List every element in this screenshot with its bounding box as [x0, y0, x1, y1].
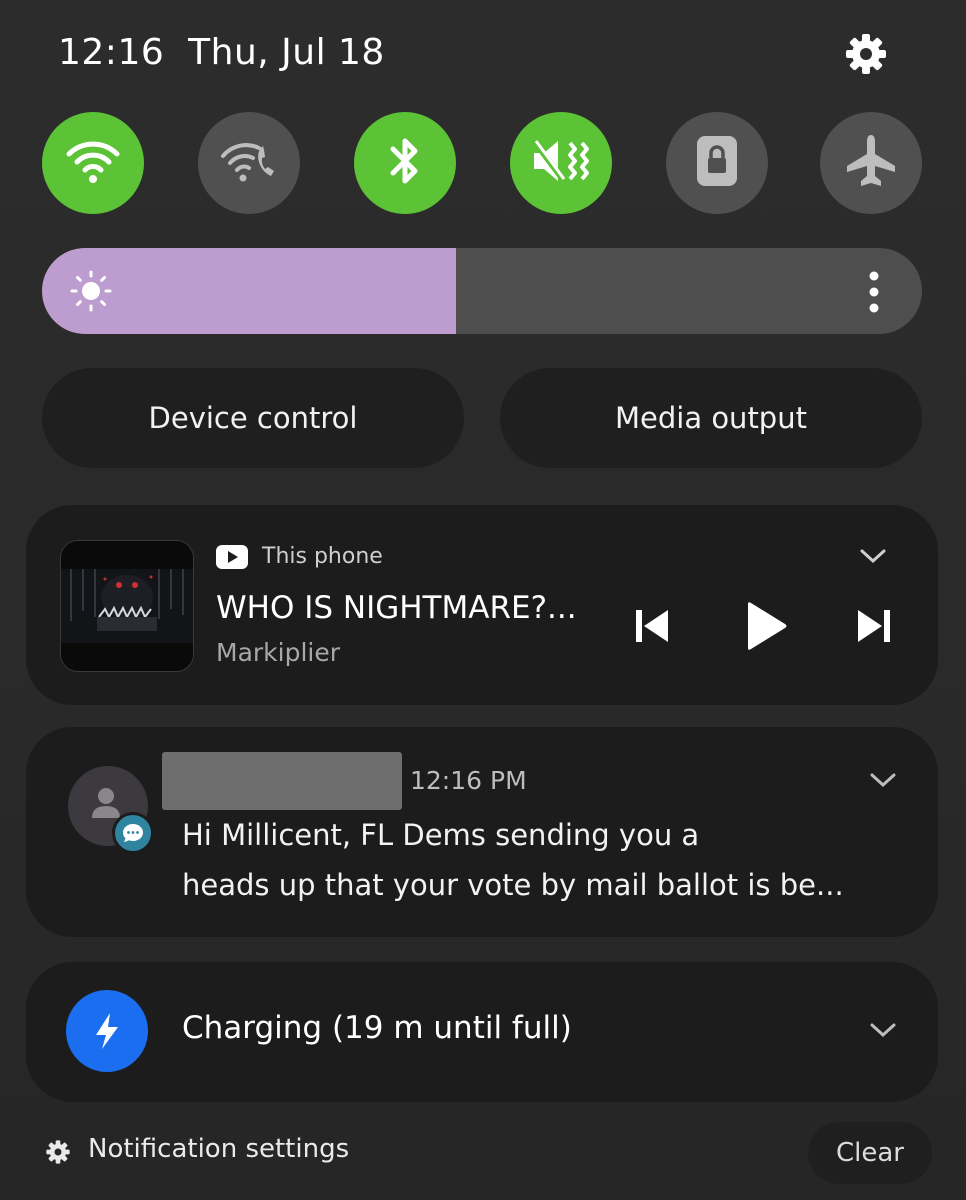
bluetooth-icon: [385, 133, 425, 193]
wifi-calling-toggle[interactable]: [198, 112, 300, 214]
brightness-slider[interactable]: [42, 248, 922, 334]
media-title: WHO IS NIGHTMARE?...: [216, 590, 577, 626]
clock-time: 12:16: [58, 32, 165, 73]
media-source-label: This phone: [262, 544, 383, 569]
charging-status-text: Charging (19 m until full): [182, 1010, 572, 1046]
airplane-icon: [843, 133, 899, 193]
lock-icon: [695, 134, 739, 192]
vibrate-toggle[interactable]: [510, 112, 612, 214]
message-text-line1: Hi Millicent, FL Dems sending you a: [182, 818, 700, 852]
media-artist: Markiplier: [216, 638, 341, 667]
screen-lock-toggle[interactable]: [666, 112, 768, 214]
clear-button[interactable]: Clear: [808, 1122, 932, 1184]
vibrate-icon: [530, 135, 592, 191]
device-control-label: Device control: [148, 401, 358, 435]
skip-next-icon: [858, 610, 890, 642]
gear-icon[interactable]: [44, 1138, 72, 1166]
media-thumbnail[interactable]: [60, 540, 194, 672]
chevron-down-icon[interactable]: [868, 770, 898, 790]
youtube-icon: [216, 545, 248, 569]
media-output-label: Media output: [615, 401, 807, 435]
bluetooth-toggle[interactable]: [354, 112, 456, 214]
device-control-button[interactable]: Device control: [42, 368, 464, 468]
skip-previous-icon: [636, 610, 668, 642]
chevron-down-icon[interactable]: [868, 1020, 898, 1040]
airplane-mode-toggle[interactable]: [820, 112, 922, 214]
sun-icon: [70, 270, 112, 312]
next-track-button[interactable]: [852, 604, 896, 648]
chat-bubble-icon: [112, 812, 154, 854]
clear-label: Clear: [836, 1138, 904, 1168]
more-vertical-icon[interactable]: [862, 270, 886, 314]
wifi-toggle[interactable]: [42, 112, 144, 214]
message-timestamp: 12:16 PM: [410, 766, 527, 795]
wifi-calling-icon: [219, 136, 279, 190]
redacted-sender-name: [162, 752, 402, 810]
chevron-down-icon[interactable]: [858, 546, 888, 566]
wifi-icon: [63, 136, 123, 190]
media-output-button[interactable]: Media output: [500, 368, 922, 468]
message-text-line2: heads up that your vote by mail ballot i…: [182, 868, 844, 902]
play-button[interactable]: [740, 600, 790, 652]
previous-track-button[interactable]: [630, 604, 674, 648]
lightning-icon: [66, 990, 148, 1072]
play-icon: [748, 602, 787, 650]
notification-settings-link[interactable]: Notification settings: [88, 1134, 349, 1164]
gear-icon[interactable]: [842, 30, 890, 78]
date-label: Thu, Jul 18: [188, 32, 385, 73]
clock-date: 12:16 Thu, Jul 18: [58, 32, 385, 73]
